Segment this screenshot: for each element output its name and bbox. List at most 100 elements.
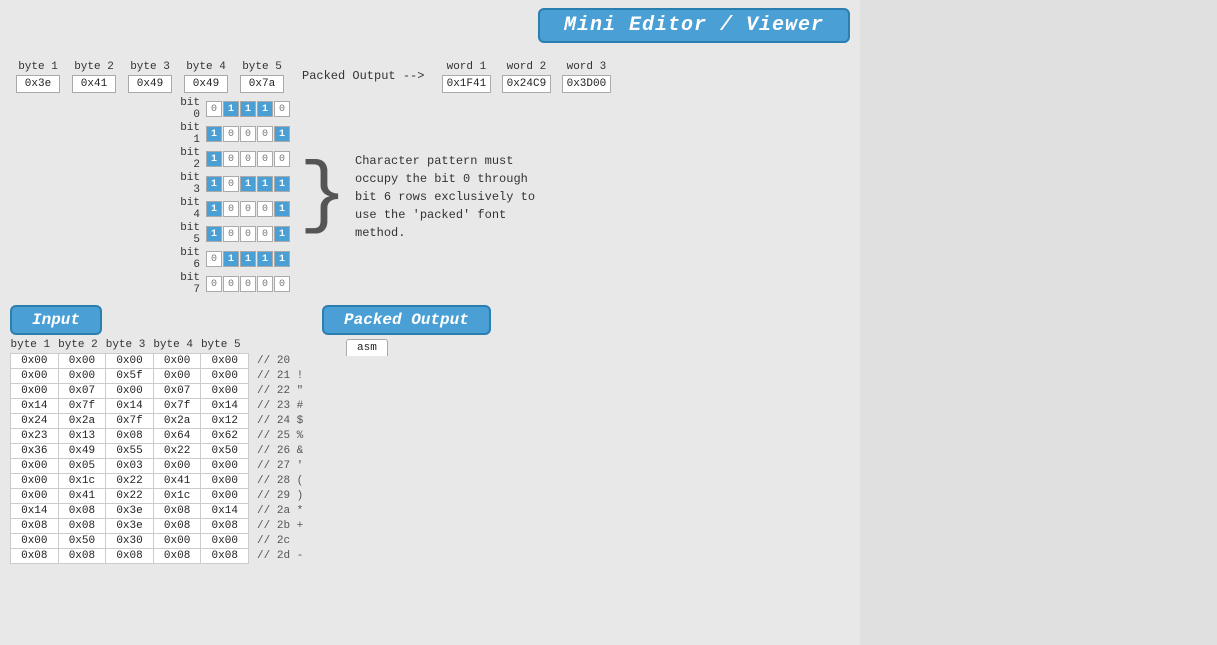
bit-cell[interactable]: 1 <box>206 176 222 192</box>
bit-cell[interactable]: 0 <box>257 151 273 167</box>
bit-cell[interactable]: 0 <box>257 226 273 242</box>
asm-tab[interactable]: asm <box>346 339 388 356</box>
table-cell: 0x14 <box>201 504 249 519</box>
table-cell: 0x08 <box>153 504 201 519</box>
bit-cell[interactable]: 0 <box>274 151 290 167</box>
bit-cell[interactable]: 1 <box>257 101 273 117</box>
table-cell: 0x00 <box>11 354 59 369</box>
bit-cell[interactable]: 1 <box>257 176 273 192</box>
input-column-header: byte 2 <box>58 339 106 354</box>
table-cell: 0x07 <box>58 384 106 399</box>
table-cell: // 2d - <box>249 549 310 564</box>
input-label: Input <box>32 311 80 329</box>
bit-cell[interactable]: 0 <box>206 251 222 267</box>
bit-cell[interactable]: 0 <box>257 201 273 217</box>
bit-cell[interactable]: 0 <box>223 176 239 192</box>
bit-cell[interactable]: 0 <box>240 226 256 242</box>
bit-cell[interactable]: 0 <box>206 101 222 117</box>
bit-cell[interactable]: 1 <box>274 201 290 217</box>
bit-cell[interactable]: 0 <box>240 151 256 167</box>
bit-cell[interactable]: 0 <box>223 226 239 242</box>
table-cell: // 2c <box>249 534 310 549</box>
bit-cell[interactable]: 0 <box>223 151 239 167</box>
table-cell: // 2a * <box>249 504 310 519</box>
bit-cell[interactable]: 0 <box>223 201 239 217</box>
word-col-3: word 3 0x3D00 <box>556 61 616 93</box>
bit-cell[interactable]: 1 <box>274 226 290 242</box>
bit-cell[interactable]: 1 <box>240 176 256 192</box>
bit-cell[interactable]: 1 <box>223 101 239 117</box>
section-labels-row: Input Packed Output <box>10 305 850 335</box>
table-row: 0x230x130x080x640x62// 25 % <box>11 429 310 444</box>
main-container: Mini Editor / Viewer byte 1 0x3e byte 2 … <box>0 0 1217 645</box>
byte-value-1: 0x3e <box>16 75 60 93</box>
bit-cell[interactable]: 0 <box>240 201 256 217</box>
packed-output-label: Packed Output <box>344 311 469 329</box>
table-cell: // 20 <box>249 354 310 369</box>
bit-row: bit 210000 <box>170 147 291 171</box>
brace-description: } Character pattern must occupy the bit … <box>299 97 555 297</box>
bit-cell[interactable]: 1 <box>223 251 239 267</box>
left-panel: Mini Editor / Viewer byte 1 0x3e byte 2 … <box>0 0 860 645</box>
input-column-header: byte 3 <box>106 339 154 354</box>
bit-cell[interactable]: 1 <box>240 101 256 117</box>
table-cell: // 29 ) <box>249 489 310 504</box>
byte-label-4: byte 4 <box>186 61 226 73</box>
title-box: Mini Editor / Viewer <box>538 8 850 43</box>
table-cell: // 25 % <box>249 429 310 444</box>
table-cell: 0x08 <box>153 519 201 534</box>
word-label-1: word 1 <box>447 61 487 73</box>
table-cell: 0x00 <box>11 534 59 549</box>
table-cell: 0x22 <box>106 489 154 504</box>
table-row: 0x360x490x550x220x50// 26 & <box>11 444 310 459</box>
table-cell: // 2b + <box>249 519 310 534</box>
bit-row-label: bit 1 <box>170 122 206 146</box>
table-cell: 0x08 <box>58 549 106 564</box>
bit-row: bit 510001 <box>170 222 291 246</box>
packed-col-header <box>346 356 646 358</box>
word-col-1: word 1 0x1F41 <box>436 61 496 93</box>
title-text: Mini Editor / Viewer <box>564 14 824 37</box>
bit-row: bit 410001 <box>170 197 291 221</box>
table-cell: 0x7f <box>106 414 154 429</box>
bit-cell[interactable]: 1 <box>206 126 222 142</box>
table-cell: 0x00 <box>201 384 249 399</box>
table-cell: 0x08 <box>58 504 106 519</box>
bit-cell[interactable]: 0 <box>240 126 256 142</box>
input-column-header: byte 4 <box>153 339 201 354</box>
bit-cell[interactable]: 0 <box>240 276 256 292</box>
bit-cell[interactable]: 1 <box>257 251 273 267</box>
bit-cell[interactable]: 0 <box>274 276 290 292</box>
table-cell: 0x00 <box>11 474 59 489</box>
bit-cell[interactable]: 1 <box>274 251 290 267</box>
table-cell: // 23 # <box>249 399 310 414</box>
table-cell: 0x24 <box>11 414 59 429</box>
bit-cell[interactable]: 1 <box>274 176 290 192</box>
table-cell: 0x07 <box>153 384 201 399</box>
bit-cell[interactable]: 1 <box>206 151 222 167</box>
top-bytes-row: byte 1 0x3e byte 2 0x41 byte 3 0x49 byte… <box>10 61 850 93</box>
packed-output-area: asm <box>346 339 850 564</box>
table-cell: 0x14 <box>11 504 59 519</box>
bit-cell[interactable]: 1 <box>240 251 256 267</box>
word-label-3: word 3 <box>567 61 607 73</box>
bit-cell[interactable]: 0 <box>257 276 273 292</box>
table-cell: 0x1c <box>153 489 201 504</box>
bit-cell[interactable]: 0 <box>206 276 222 292</box>
table-row: 0x000x500x300x000x00// 2c <box>11 534 310 549</box>
table-cell: 0x22 <box>106 474 154 489</box>
table-row: 0x000x070x000x070x00// 22 " <box>11 384 310 399</box>
bit-cell[interactable]: 1 <box>206 226 222 242</box>
bit-cell[interactable]: 0 <box>223 276 239 292</box>
table-row: 0x240x2a0x7f0x2a0x12// 24 $ <box>11 414 310 429</box>
bit-cell[interactable]: 1 <box>274 126 290 142</box>
table-cell: 0x03 <box>106 459 154 474</box>
table-cell: 0x00 <box>11 369 59 384</box>
table-cell: // 21 ! <box>249 369 310 384</box>
bit-cell[interactable]: 0 <box>223 126 239 142</box>
bit-cell[interactable]: 0 <box>274 101 290 117</box>
bit-cell[interactable]: 1 <box>206 201 222 217</box>
table-cell: 0x00 <box>201 474 249 489</box>
bit-cell[interactable]: 0 <box>257 126 273 142</box>
table-cell: 0x22 <box>153 444 201 459</box>
